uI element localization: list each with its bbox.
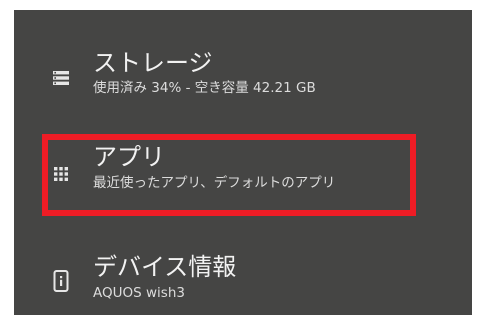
storage-title: ストレージ bbox=[93, 49, 213, 77]
storage-icon bbox=[53, 71, 69, 85]
apps-subtitle: 最近使ったアプリ、デフォルトのアプリ bbox=[93, 175, 336, 191]
settings-item-device-info[interactable]: デバイス情報 AQUOS wish3 bbox=[14, 232, 472, 315]
apps-title: アプリ bbox=[93, 143, 165, 171]
device-info-icon bbox=[53, 270, 69, 292]
settings-item-storage[interactable]: ストレージ 使用済み 34% - 空き容量 42.21 GB bbox=[14, 38, 472, 126]
settings-item-apps[interactable]: アプリ 最近使ったアプリ、デフォルトのアプリ bbox=[14, 126, 472, 214]
storage-subtitle: 使用済み 34% - 空き容量 42.21 GB bbox=[93, 80, 316, 96]
device-info-subtitle: AQUOS wish3 bbox=[93, 285, 185, 301]
apps-grid-icon bbox=[54, 167, 68, 181]
device-info-title: デバイス情報 bbox=[93, 253, 237, 281]
settings-screen: ストレージ 使用済み 34% - 空き容量 42.21 GB アプリ 最近使った… bbox=[14, 10, 472, 315]
